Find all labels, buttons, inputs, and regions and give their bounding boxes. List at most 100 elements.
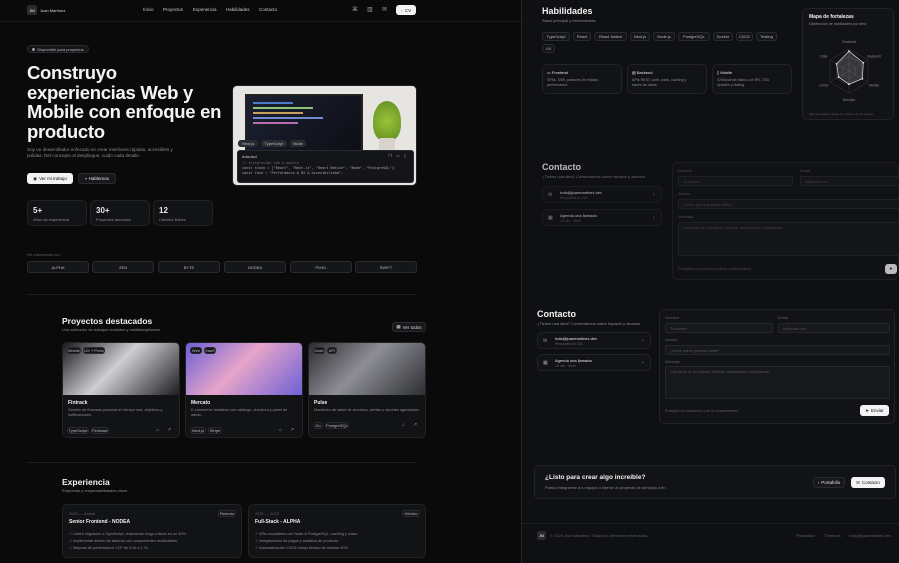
- cta-title: ¿Listo para crear algo increíble?: [545, 474, 646, 481]
- skill-card-desc: SPAs, SSR, patrones de estado, performan…: [547, 78, 599, 87]
- hero-title: Construyo experiencias Web y Mobile con …: [27, 62, 222, 142]
- cta-card: ¿Listo para crear algo increíble? Puedo …: [534, 465, 896, 499]
- code-icon[interactable]: ⌘: [352, 6, 358, 13]
- stat-label: Proyectos lanzados: [96, 217, 131, 222]
- nav-contacto[interactable]: Contacto: [259, 7, 277, 12]
- code-tag: Next.js: [238, 140, 258, 147]
- project-card-fintrack[interactable]: Mobile UX + Proto Fintrack Gestión de fi…: [62, 342, 180, 438]
- stat-label: Años de experiencia: [33, 217, 70, 222]
- chat-icon: ▪: [85, 176, 87, 181]
- projects-subtitle: Una selección de trabajos recientes y mu…: [62, 327, 162, 332]
- subject-label: Asunto: [678, 191, 691, 196]
- email-input[interactable]: tu@email.com: [778, 323, 890, 333]
- experience-period: 2023 — Actual: [69, 511, 96, 516]
- footer-link-privacy[interactable]: Privacidad: [796, 533, 815, 538]
- device-icon[interactable]: ▭: [396, 153, 400, 158]
- email-input[interactable]: tu@email.com: [800, 176, 899, 186]
- nav-habilidades[interactable]: Habilidades: [226, 7, 250, 12]
- copy-icon[interactable]: ❐: [388, 153, 392, 158]
- project-tag: Web: [190, 347, 202, 354]
- project-name: Pulse: [314, 400, 328, 406]
- experience-role: Senior Frontend - NODEA: [69, 519, 131, 525]
- section-divider: [27, 462, 417, 463]
- hero-image-card: Next.js TypeScript Node hola.tsxl ❐ ▭ ▯ …: [232, 85, 417, 186]
- send-button[interactable]: ➤ Enviar: [860, 405, 889, 416]
- project-card-mercato[interactable]: Web SaaS Mercato E-commerce headless con…: [185, 342, 303, 438]
- footer-link-email[interactable]: hola@juanmartinez.dev: [849, 533, 891, 538]
- contact-subtitle: ¿Tienes una idea? Conversemos sobre impa…: [542, 174, 647, 179]
- send-button-upper[interactable]: ➤: [885, 264, 897, 274]
- github-icon[interactable]: ⌂: [279, 427, 282, 433]
- view-all-button[interactable]: ▦ Ver todos: [392, 322, 426, 332]
- message-textarea[interactable]: Cuéntame de tu proyecto, timeline, restr…: [665, 366, 890, 399]
- footer-logo[interactable]: JM: [537, 531, 546, 540]
- portfolio-left-panel: JM Juan Martínez Inicio Proyectos Experi…: [0, 0, 522, 563]
- chevron-right-icon: ›: [653, 215, 655, 221]
- radar-point: [848, 50, 850, 53]
- nav-experiencia[interactable]: Experiencia: [193, 7, 217, 12]
- mail-icon: ✉: [548, 192, 553, 198]
- dot-icon: [32, 47, 36, 51]
- name-input[interactable]: Tu nombre: [665, 323, 773, 333]
- nav-inicio[interactable]: Inicio: [143, 7, 154, 12]
- github-icon[interactable]: ⌂: [156, 427, 159, 433]
- contact-title-main: Contacto: [537, 309, 576, 319]
- external-link-icon[interactable]: ↗: [413, 422, 417, 428]
- name-input[interactable]: Tu nombre: [678, 176, 793, 186]
- mail-icon[interactable]: ✉: [382, 6, 387, 13]
- section-divider: [27, 294, 417, 295]
- experience-bullets: ✓ APIs escalables con Node & PostgreSQL,…: [255, 531, 358, 552]
- stack-tag: Firebase: [91, 427, 109, 434]
- brand-name[interactable]: Juan Martínez: [40, 8, 65, 13]
- stat-value: 12: [159, 206, 168, 215]
- external-link-icon[interactable]: ↗: [167, 427, 171, 433]
- email-contact-card[interactable]: ✉ hola@juanmartinez.dev Respuesta en 24h…: [542, 186, 662, 203]
- logo-zen: ZEN: [92, 261, 154, 273]
- skill-tag: CI/CD: [736, 32, 753, 41]
- download-icon: ↓: [400, 7, 403, 13]
- code-line: const foco = "Performance & DX & accesib…: [242, 171, 344, 175]
- external-link-icon[interactable]: ↗: [290, 427, 294, 433]
- chart-icon[interactable]: ▥: [367, 6, 373, 13]
- project-desc: E-commerce headless con catálogo, checko…: [191, 408, 288, 417]
- skill-tag: PostgreSQL: [678, 32, 710, 41]
- footer-link-terms[interactable]: Términos: [824, 533, 841, 538]
- view-work-button[interactable]: ◉ Ver mi trabajo: [27, 173, 73, 184]
- cv-button[interactable]: ↓ CV: [396, 5, 416, 15]
- calendar-icon: ▦: [543, 360, 548, 366]
- skill-tag: Node.js: [653, 32, 675, 41]
- nav-proyectos[interactable]: Proyectos: [163, 7, 183, 12]
- radar-point: [861, 77, 864, 80]
- message-textarea[interactable]: Cuéntame de tu proyecto, timeline, restr…: [678, 222, 899, 256]
- radar-point: [835, 62, 838, 65]
- project-card-pulse[interactable]: Dash API Pulse Monitoreo de salud de ser…: [308, 342, 426, 438]
- contact-button[interactable]: ✉ Contacto: [851, 477, 885, 488]
- meet-subtitle: 15 min · Meet: [560, 219, 581, 223]
- stack-tag: Next.js: [190, 427, 206, 434]
- github-icon[interactable]: ⌂: [402, 422, 405, 428]
- portfolio-button[interactable]: ▫ Portafolio: [813, 477, 845, 488]
- email-contact-card-main[interactable]: ✉ hola@juanmartinez.dev Respuesta en 24h…: [537, 332, 651, 349]
- mail-icon: ✉: [856, 479, 860, 485]
- schedule-call-card-main[interactable]: ▦ Agenda una llamada 15 min · Meet ›: [537, 354, 651, 371]
- skill-tag: TypeScript: [542, 32, 570, 41]
- subject-input[interactable]: ¿Sobre qué te gustaría hablar?: [678, 199, 899, 209]
- form-footnote: Protegido con protocolos y sin tu consen…: [665, 409, 739, 413]
- brand-logo[interactable]: JM: [27, 5, 37, 15]
- skill-card-frontend: ▭ Frontend SPAs, SSR, patrones de estado…: [542, 64, 622, 94]
- skill-tag: Docker: [713, 32, 733, 41]
- project-tag: API: [327, 347, 337, 354]
- experience-card-nodea: 2023 — Actual Senior Frontend - NODEA Re…: [62, 504, 242, 558]
- radar-chart: Frontend Backend Mobile DevOps UX/UI Data: [819, 40, 881, 102]
- stack-tag: PostgreSQL: [325, 422, 349, 429]
- phone-icon[interactable]: ▯: [404, 153, 406, 158]
- subject-input[interactable]: ¿Sobre qué te gustaría hablar?: [665, 345, 890, 355]
- schedule-call-card[interactable]: ▦ Agenda una llamada 15 min · Meet ›: [542, 209, 662, 226]
- stat-card-clients: 12 Clientes felices: [153, 200, 213, 226]
- bullet-item: ✓ Implementé diseño de sistema con compo…: [69, 539, 178, 543]
- contact-upper: Contacto ¿Tienes una idea? Conversemos s…: [522, 150, 899, 285]
- lets-talk-button[interactable]: ▪ Hablemos: [78, 173, 116, 184]
- project-tag: UX + Proto: [83, 347, 105, 354]
- stat-card-projects: 30+ Proyectos lanzados: [90, 200, 150, 226]
- experience-card-alpha: 2021 — 2023 Full-Stack - ALPHA Híbrido ✓…: [248, 504, 426, 558]
